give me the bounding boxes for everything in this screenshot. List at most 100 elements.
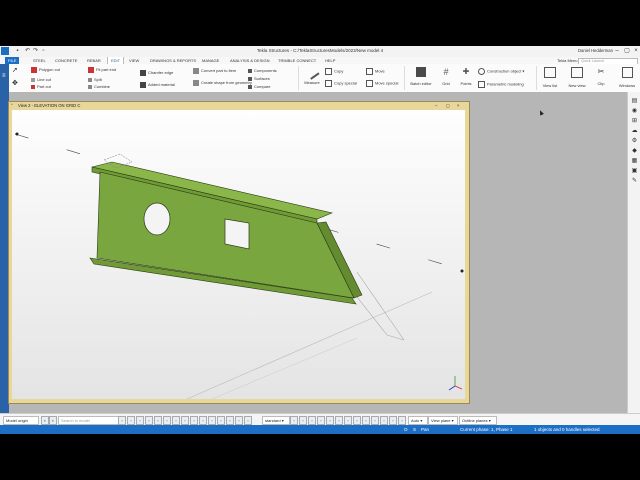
split-button[interactable]: Split — [88, 77, 102, 82]
model-3d-view[interactable] — [12, 110, 465, 399]
new-view-button[interactable]: New view — [566, 67, 588, 88]
menu-drawings-reports[interactable]: DRAWINGS & REPORTS — [147, 57, 199, 64]
view-title-bar[interactable]: ▫ View 2 - ELEVATION ON GRID C – ▢ × — [9, 102, 469, 109]
status-icon[interactable]: ▣ — [631, 168, 638, 175]
snap-switch-button[interactable]: ▫ — [299, 416, 307, 425]
tag-icon[interactable]: ✎ — [631, 178, 638, 185]
selection-switch-button[interactable]: ▫ — [217, 416, 225, 425]
selection-switch-button[interactable]: ▫ — [181, 416, 189, 425]
snap-switch-button[interactable]: ▫ — [317, 416, 325, 425]
menu-view[interactable]: VIEW — [126, 57, 142, 64]
snap-switch-button[interactable]: ▫ — [335, 416, 343, 425]
outline-planes-select[interactable]: Outline planes ▾ — [459, 416, 497, 425]
snap-switch-button[interactable]: ▫ — [362, 416, 370, 425]
fit-part-end-button[interactable]: Fit part end — [88, 67, 116, 73]
menu-analysis-design[interactable]: ANALYSIS & DESIGN — [227, 57, 273, 64]
view-minimize-icon[interactable]: – — [435, 102, 437, 109]
compare-button[interactable]: Compare — [248, 84, 270, 89]
menu-concrete[interactable]: CONCRETE — [52, 57, 80, 64]
view-settings-icon[interactable]: ◉ — [631, 108, 638, 115]
batch-editor-button[interactable]: Batch editor — [409, 67, 433, 86]
plane-select[interactable]: View plane ▾ — [428, 416, 458, 425]
model-view-canvas[interactable] — [12, 110, 465, 399]
pan-arrows-icon[interactable]: ✥ — [12, 80, 20, 88]
view-window[interactable]: ▫ View 2 - ELEVATION ON GRID C – ▢ × — [8, 101, 470, 404]
menu-rebar[interactable]: REBAR — [84, 57, 104, 64]
selection-switch-button[interactable]: ▫ — [154, 416, 162, 425]
menu-trimble-connect[interactable]: TRIMBLE CONNECT — [275, 57, 319, 64]
close-icon[interactable]: × — [631, 47, 640, 56]
rectangular-opening[interactable] — [224, 218, 250, 250]
combine-button[interactable]: Combine — [88, 84, 110, 89]
line-cut-button[interactable]: Line cut — [31, 77, 51, 82]
menu-help[interactable]: HELP — [322, 57, 338, 64]
components-button[interactable]: Components — [248, 68, 277, 73]
settings-gear-icon[interactable]: ⚙ — [631, 138, 638, 145]
parametric-modeling-button[interactable]: Parametric modeling — [478, 81, 524, 88]
convert-part-to-item-button[interactable]: Convert part to item — [193, 68, 236, 74]
selection-switch-button[interactable]: ▫ — [172, 416, 180, 425]
added-material-button[interactable]: Added material — [140, 82, 175, 88]
search-in-model-input[interactable]: Search in model — [58, 416, 120, 425]
measure-button[interactable]: Measure — [304, 64, 320, 85]
snap-switch-button[interactable]: ▫ — [326, 416, 334, 425]
snap-switch-button[interactable]: ▫ — [344, 416, 352, 425]
hamburger-menu-icon[interactable]: ≡ — [2, 73, 7, 79]
selection-switch-button[interactable]: ▫ — [163, 416, 171, 425]
selection-switch-button[interactable]: ▫ — [226, 416, 234, 425]
menu-edit[interactable]: EDIT — [107, 57, 125, 64]
selection-switch-button[interactable]: ▫ — [118, 416, 126, 425]
catalog-icon[interactable]: ◆ — [631, 148, 638, 155]
snap-switch-button[interactable]: ▫ — [371, 416, 379, 425]
circular-opening[interactable] — [143, 202, 171, 236]
view-close-icon[interactable]: × — [457, 102, 459, 109]
points-button[interactable]: ✚ Points — [459, 67, 473, 86]
move-button[interactable]: Move — [366, 68, 385, 75]
view-maximize-icon[interactable]: ▢ — [446, 102, 450, 109]
part-cut-button[interactable]: Part cut — [31, 84, 51, 89]
menu-steel[interactable]: STEEL — [30, 57, 49, 64]
construction-object-button[interactable]: Construction object ▾ — [478, 68, 524, 75]
clip-plane-button[interactable]: ✂ Clip — [595, 67, 607, 86]
copy-button[interactable]: Copy — [325, 68, 343, 75]
selection-switch-button[interactable]: ▫ — [208, 416, 216, 425]
menu-manage[interactable]: MANAGE — [199, 57, 222, 64]
windows-button[interactable]: Windows — [617, 67, 637, 88]
snap-depth-select[interactable]: Auto ▾ — [408, 416, 428, 425]
cloud-icon[interactable]: ☁ — [631, 128, 638, 135]
selection-switch-button[interactable]: ▫ — [127, 416, 135, 425]
snap-switch-button[interactable]: ▫ — [380, 416, 388, 425]
selection-switch-button[interactable]: ▫ — [145, 416, 153, 425]
selection-switch-button[interactable]: ▫ — [136, 416, 144, 425]
property-pane-icon[interactable]: ▤ — [631, 98, 638, 105]
selection-filter-select[interactable]: standard ▾ — [262, 416, 290, 425]
snap-switch-button[interactable]: ▫ — [290, 416, 298, 425]
snap-toggle-button[interactable]: ▪ — [49, 416, 57, 425]
model-origin-select[interactable]: Model origin — [3, 416, 39, 425]
snap-switch-button[interactable]: ▫ — [398, 416, 406, 425]
polygon-cut-button[interactable]: Polygon cut — [31, 67, 60, 73]
chamfer-edge-button[interactable]: Chamfer edge — [140, 70, 173, 76]
selection-switch-button[interactable]: ▫ — [244, 416, 252, 425]
snap-switch-button[interactable]: ▫ — [389, 416, 397, 425]
applications-components-icon[interactable]: ⊞ — [631, 118, 638, 125]
view-list-button[interactable]: View list — [541, 67, 559, 88]
tekla-menu-link[interactable]: Tekla Menu — [554, 57, 580, 64]
selection-switch-button[interactable]: ▫ — [199, 416, 207, 425]
create-shape-button[interactable]: Create shape from geometry — [193, 80, 252, 86]
move-special-button[interactable]: Move special — [366, 80, 398, 87]
minimize-icon[interactable]: – — [612, 47, 622, 56]
snap-toggle-button[interactable]: ▪ — [41, 416, 49, 425]
current-phase[interactable]: Current phase: 1, Phase 1 — [460, 426, 513, 433]
snap-switch-button[interactable]: ▫ — [308, 416, 316, 425]
selection-switch-button[interactable]: ▫ — [190, 416, 198, 425]
organizer-icon[interactable]: ▦ — [631, 158, 638, 165]
selection-switch-button[interactable]: ▫ — [235, 416, 243, 425]
user-name[interactable]: Daniel Hedderman — [578, 48, 613, 53]
menu-file[interactable]: FILE — [5, 57, 20, 64]
select-arrow-icon[interactable]: ➚ — [12, 67, 20, 75]
surfaces-button[interactable]: Surfaces — [248, 76, 270, 81]
snap-switch-button[interactable]: ▫ — [353, 416, 361, 425]
grid-button[interactable]: # Grid — [440, 67, 452, 86]
copy-special-button[interactable]: Copy special — [325, 80, 357, 87]
